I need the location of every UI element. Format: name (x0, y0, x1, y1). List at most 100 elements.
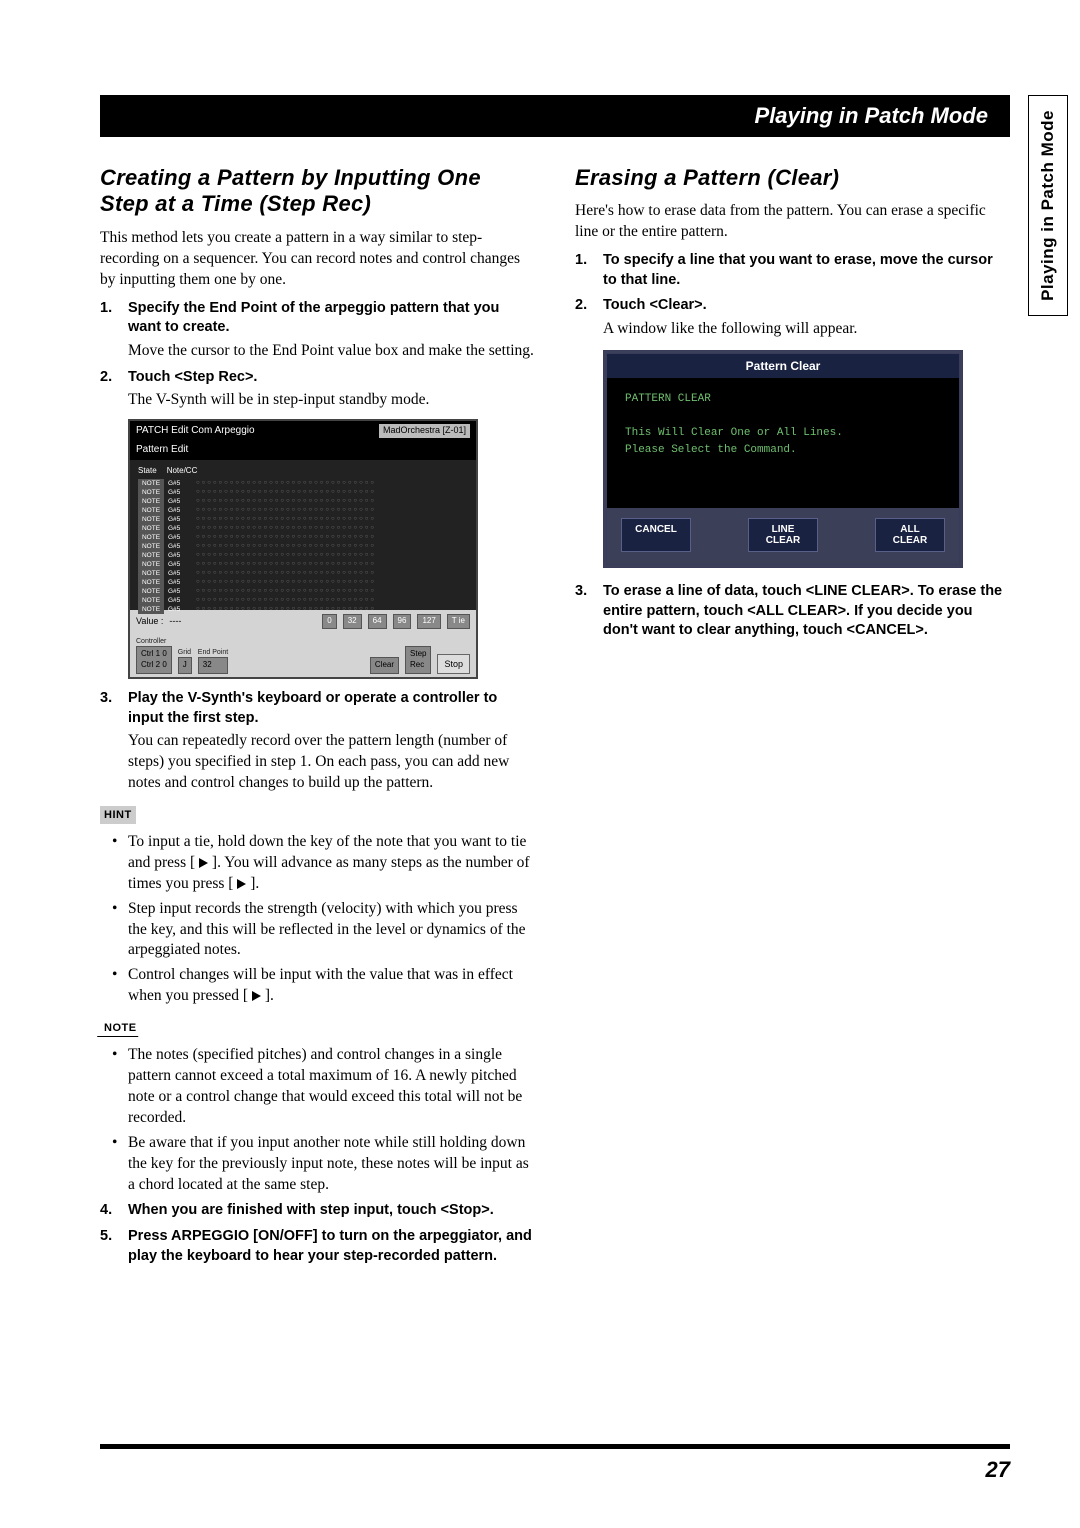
row-note: G#5 (168, 560, 192, 569)
step-3: 3. Play the V-Synth's keyboard or operat… (100, 689, 535, 794)
left-steps-cont: 4. When you are finished with step input… (100, 1201, 535, 1266)
row-note: G#5 (168, 578, 192, 587)
ss1-bottom-row: Controller Ctrl 1 0 Ctrl 2 0 Grid J (130, 633, 476, 678)
grid-row: NOTEG#5○○○○○○○○○○○○○○○○○○○○○○○○○○○○○○○○ (134, 551, 472, 560)
right-intro: Here's how to erase data from the patter… (575, 201, 1010, 243)
step-5: 5. Press ARPEGGIO [ON/OFF] to turn on th… (100, 1227, 535, 1266)
page-header-title: Playing in Patch Mode (755, 103, 988, 129)
hint-item: To input a tie, hold down the key of the… (128, 832, 535, 895)
step-num: 2. (100, 368, 118, 388)
steprec-btn[interactable]: Step Rec (405, 646, 431, 674)
play-icon (252, 991, 261, 1001)
row-dots: ○○○○○○○○○○○○○○○○○○○○○○○○○○○○○○○○ (196, 578, 468, 587)
row-state: NOTE (138, 515, 164, 524)
row-dots: ○○○○○○○○○○○○○○○○○○○○○○○○○○○○○○○○ (196, 569, 468, 578)
row-note: G#5 (168, 569, 192, 578)
grid-row: NOTEG#5○○○○○○○○○○○○○○○○○○○○○○○○○○○○○○○○ (134, 488, 472, 497)
val-btn[interactable]: 32 (343, 614, 362, 629)
ss1-titlebar: PATCH Edit Com Arpeggio MadOrchestra [Z-… (130, 421, 476, 441)
row-state: NOTE (138, 488, 164, 497)
ctrl2: Ctrl 2 0 (141, 660, 167, 671)
left-column: Creating a Pattern by Inputting One Step… (100, 165, 535, 1266)
row-dots: ○○○○○○○○○○○○○○○○○○○○○○○○○○○○○○○○ (196, 524, 468, 533)
all-clear-button[interactable]: ALL CLEAR (875, 518, 945, 552)
pattern-edit-screenshot: PATCH Edit Com Arpeggio MadOrchestra [Z-… (128, 419, 478, 679)
controller-panel: Ctrl 1 0 Ctrl 2 0 (136, 646, 172, 674)
page-number: 27 (986, 1457, 1010, 1483)
thumb-index-tab: Playing in Patch Mode (1028, 95, 1068, 316)
footer-rule (100, 1444, 1010, 1449)
gridhead-state: State (138, 466, 157, 477)
row-note: G#5 (168, 515, 192, 524)
grid-row: NOTEG#5○○○○○○○○○○○○○○○○○○○○○○○○○○○○○○○○ (134, 587, 472, 596)
val-btn[interactable]: T ie (447, 614, 470, 629)
page-header: Playing in Patch Mode (100, 95, 1010, 137)
r-step-1: 1. To specify a line that you want to er… (575, 251, 1010, 290)
row-dots: ○○○○○○○○○○○○○○○○○○○○○○○○○○○○○○○○ (196, 533, 468, 542)
gridhead-note: Note/CC (167, 466, 198, 477)
thumb-index-label: Playing in Patch Mode (1038, 110, 1058, 301)
step-num: 1. (100, 299, 118, 338)
step-title: To erase a line of data, touch <LINE CLE… (603, 582, 1010, 641)
hint-list: To input a tie, hold down the key of the… (100, 832, 535, 1007)
val-btn[interactable]: 0 (322, 614, 336, 629)
val-btn[interactable]: 64 (368, 614, 387, 629)
row-state: NOTE (138, 497, 164, 506)
value-dashes: ---- (169, 615, 181, 627)
step-num: 1. (575, 251, 593, 290)
clear-btn[interactable]: Clear (370, 657, 399, 674)
row-note: G#5 (168, 587, 192, 596)
step-title: Specify the End Point of the arpeggio pa… (128, 299, 535, 338)
row-dots: ○○○○○○○○○○○○○○○○○○○○○○○○○○○○○○○○ (196, 605, 468, 614)
pattern-clear-screenshot: Pattern Clear PATTERN CLEAR This Will Cl… (603, 350, 963, 568)
row-dots: ○○○○○○○○○○○○○○○○○○○○○○○○○○○○○○○○ (196, 596, 468, 605)
ss1-title-left: PATCH Edit Com Arpeggio (136, 424, 255, 438)
step-title: Touch <Step Rec>. (128, 368, 535, 388)
step-num: 2. (575, 296, 593, 316)
note-label: NOTE (100, 1019, 141, 1037)
step-body: A window like the following will appear. (575, 319, 1010, 340)
ss2-line1: PATTERN CLEAR (625, 392, 941, 407)
grid-row: NOTE G#5 ○○○○○○○○○○○○○○○○○○○○○○○○○○○○○○○○ (134, 515, 472, 524)
row-note: G#5 (168, 596, 192, 605)
ss2-line2: This Will Clear One or All Lines. (625, 426, 941, 441)
page-footer: 27 (100, 1444, 1010, 1483)
grid-row: NOTE G#5 ○○○○○○○○○○○○○○○○○○○○○○○○○○○○○○○○ (134, 533, 472, 542)
line-clear-button[interactable]: LINE CLEAR (748, 518, 818, 552)
row-note: G#5 (168, 506, 192, 515)
step-num: 4. (100, 1201, 118, 1221)
cancel-button[interactable]: CANCEL (621, 518, 691, 552)
row-note: G#5 (168, 551, 192, 560)
stop-btn[interactable]: Stop (437, 654, 470, 674)
hint-item: Step input records the strength (velocit… (128, 899, 535, 962)
row-dots: ○○○○○○○○○○○○○○○○○○○○○○○○○○○○○○○○ (196, 560, 468, 569)
r-step-2: 2. Touch <Clear>. A window like the foll… (575, 296, 1010, 568)
row-dots: ○○○○○○○○○○○○○○○○○○○○○○○○○○○○○○○○ (196, 515, 468, 524)
row-state: NOTE (138, 533, 164, 542)
val-btn[interactable]: 96 (393, 614, 412, 629)
row-note: G#5 (168, 533, 192, 542)
grid-row: NOTEG#5○○○○○○○○○○○○○○○○○○○○○○○○○○○○○○○○ (134, 524, 472, 533)
row-state: NOTE (138, 578, 164, 587)
grid-row: NOTEG#5○○○○○○○○○○○○○○○○○○○○○○○○○○○○○○○○ (134, 479, 472, 488)
note-item: The notes (specified pitches) and contro… (128, 1045, 535, 1129)
step-num: 3. (575, 582, 593, 641)
step-num: 3. (100, 689, 118, 728)
step-title: Touch <Clear>. (603, 296, 1010, 316)
grid-row: NOTEG#5○○○○○○○○○○○○○○○○○○○○○○○○○○○○○○○○ (134, 560, 472, 569)
grid-val: J (178, 657, 192, 674)
row-state: NOTE (138, 605, 164, 614)
controller-label: Controller (136, 637, 172, 646)
ss2-title: Pattern Clear (607, 354, 959, 378)
hint-label: HINT (100, 806, 136, 824)
ss1-grid: State Note/CC NOTE G#5 ○○○○○○○○○○○○○○○○○○○○… (130, 460, 476, 610)
right-column: Erasing a Pattern (Clear) Here's how to … (575, 165, 1010, 1266)
val-btn[interactable]: 127 (417, 614, 440, 629)
note-list: The notes (specified pitches) and contro… (100, 1045, 535, 1195)
step-body: You can repeatedly record over the patte… (100, 731, 535, 794)
left-steps: 1. Specify the End Point of the arpeggio… (100, 299, 535, 794)
row-state: NOTE (138, 596, 164, 605)
endpoint-val: 32 (198, 657, 228, 674)
right-heading: Erasing a Pattern (Clear) (575, 165, 1010, 191)
row-state: NOTE (138, 569, 164, 578)
